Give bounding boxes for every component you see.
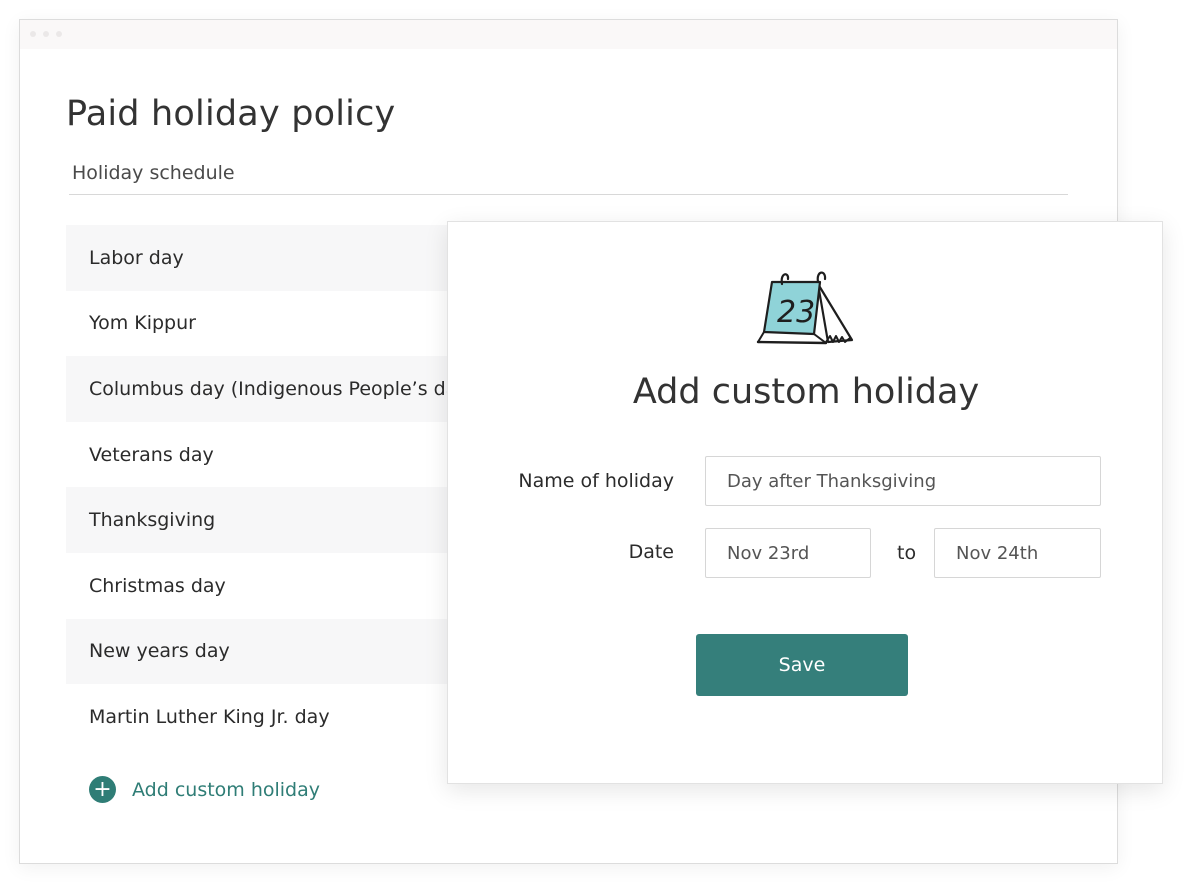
add-custom-holiday-dialog: 23 Add custom holiday Name of holiday Da…	[447, 221, 1163, 784]
section-divider	[69, 194, 1068, 195]
holiday-label: Yom Kippur	[89, 312, 196, 335]
dialog-title: Add custom holiday	[632, 372, 980, 412]
date-range-separator: to	[897, 542, 917, 564]
calendar-icon: 23	[756, 271, 854, 345]
holiday-name-input[interactable]	[705, 456, 1101, 506]
plus-circle-icon: +	[89, 776, 116, 803]
holiday-label: Labor day	[89, 246, 184, 269]
window-dot-maximize[interactable]	[56, 31, 62, 37]
section-label: Holiday schedule	[72, 162, 235, 184]
date-label: Date	[628, 541, 674, 563]
window-dot-close[interactable]	[30, 31, 36, 37]
save-button[interactable]: Save	[696, 634, 908, 696]
holiday-label: Christmas day	[89, 574, 226, 597]
calendar-icon-day: 23	[777, 295, 815, 330]
holiday-label: Thanksgiving	[89, 509, 216, 532]
holiday-label: Veterans day	[89, 443, 214, 466]
start-date-input[interactable]	[705, 528, 871, 578]
end-date-input[interactable]	[934, 528, 1101, 578]
window-titlebar	[20, 20, 1117, 49]
holiday-name-label: Name of holiday	[518, 470, 674, 492]
window-dot-minimize[interactable]	[43, 31, 49, 37]
page-title: Paid holiday policy	[66, 94, 396, 134]
holiday-label: Martin Luther King Jr. day	[89, 705, 330, 728]
holiday-label: New years day	[89, 640, 230, 663]
stage: Paid holiday policy Holiday schedule Lab…	[0, 0, 1188, 886]
add-custom-holiday-label: Add custom holiday	[132, 778, 321, 801]
holiday-label: Columbus day (Indigenous People’s day)	[89, 377, 477, 400]
add-custom-holiday-link[interactable]: + Add custom holiday	[89, 776, 320, 803]
